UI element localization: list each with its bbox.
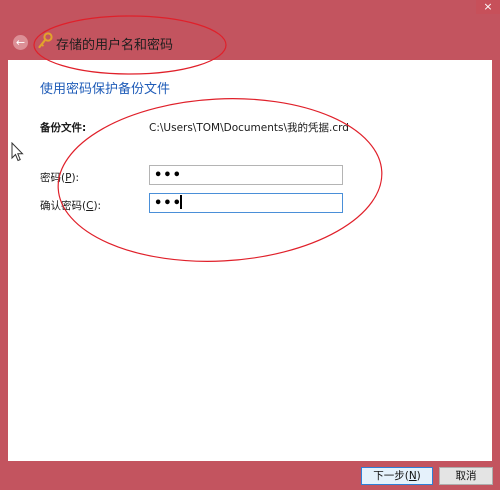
next-button-suffix: )	[416, 469, 421, 482]
next-button-text: 下一步(	[373, 469, 409, 482]
close-icon[interactable]: ×	[483, 0, 492, 13]
back-arrow-icon[interactable]: ←	[16, 36, 25, 49]
confirm-password-input[interactable]	[149, 193, 343, 213]
confirm-password-label: 确认密码(C):	[40, 198, 101, 213]
next-button[interactable]: 下一步(N)	[361, 467, 433, 485]
password-label: 密码(P):	[40, 170, 79, 185]
cancel-button[interactable]: 取消	[439, 467, 493, 485]
password-label-text: 密码(	[40, 172, 66, 184]
dialog-content: 使用密码保护备份文件 备份文件: C:\Users\TOM\Documents\…	[8, 60, 492, 461]
backup-file-label: 备份文件:	[40, 122, 87, 134]
title-bar: × ← 存储的用户名和密码	[0, 0, 500, 60]
back-button[interactable]: ←	[13, 35, 28, 50]
close-button[interactable]: ×	[476, 0, 500, 14]
backup-file-path: C:\Users\TOM\Documents\我的凭据.crd	[149, 122, 349, 134]
key-icon	[38, 32, 53, 49]
dialog-footer: 下一步(N) 取消	[0, 461, 500, 490]
confirm-password-label-suffix: ):	[93, 200, 102, 212]
next-button-accesskey: N	[408, 469, 417, 482]
password-label-suffix: ):	[71, 172, 80, 184]
confirm-password-label-text: 确认密码(	[40, 200, 87, 212]
page-heading: 使用密码保护备份文件	[40, 82, 171, 97]
text-caret	[180, 195, 182, 209]
mouse-pointer-icon	[11, 142, 24, 162]
window-title: 存储的用户名和密码	[56, 38, 174, 53]
password-input[interactable]	[149, 165, 343, 185]
